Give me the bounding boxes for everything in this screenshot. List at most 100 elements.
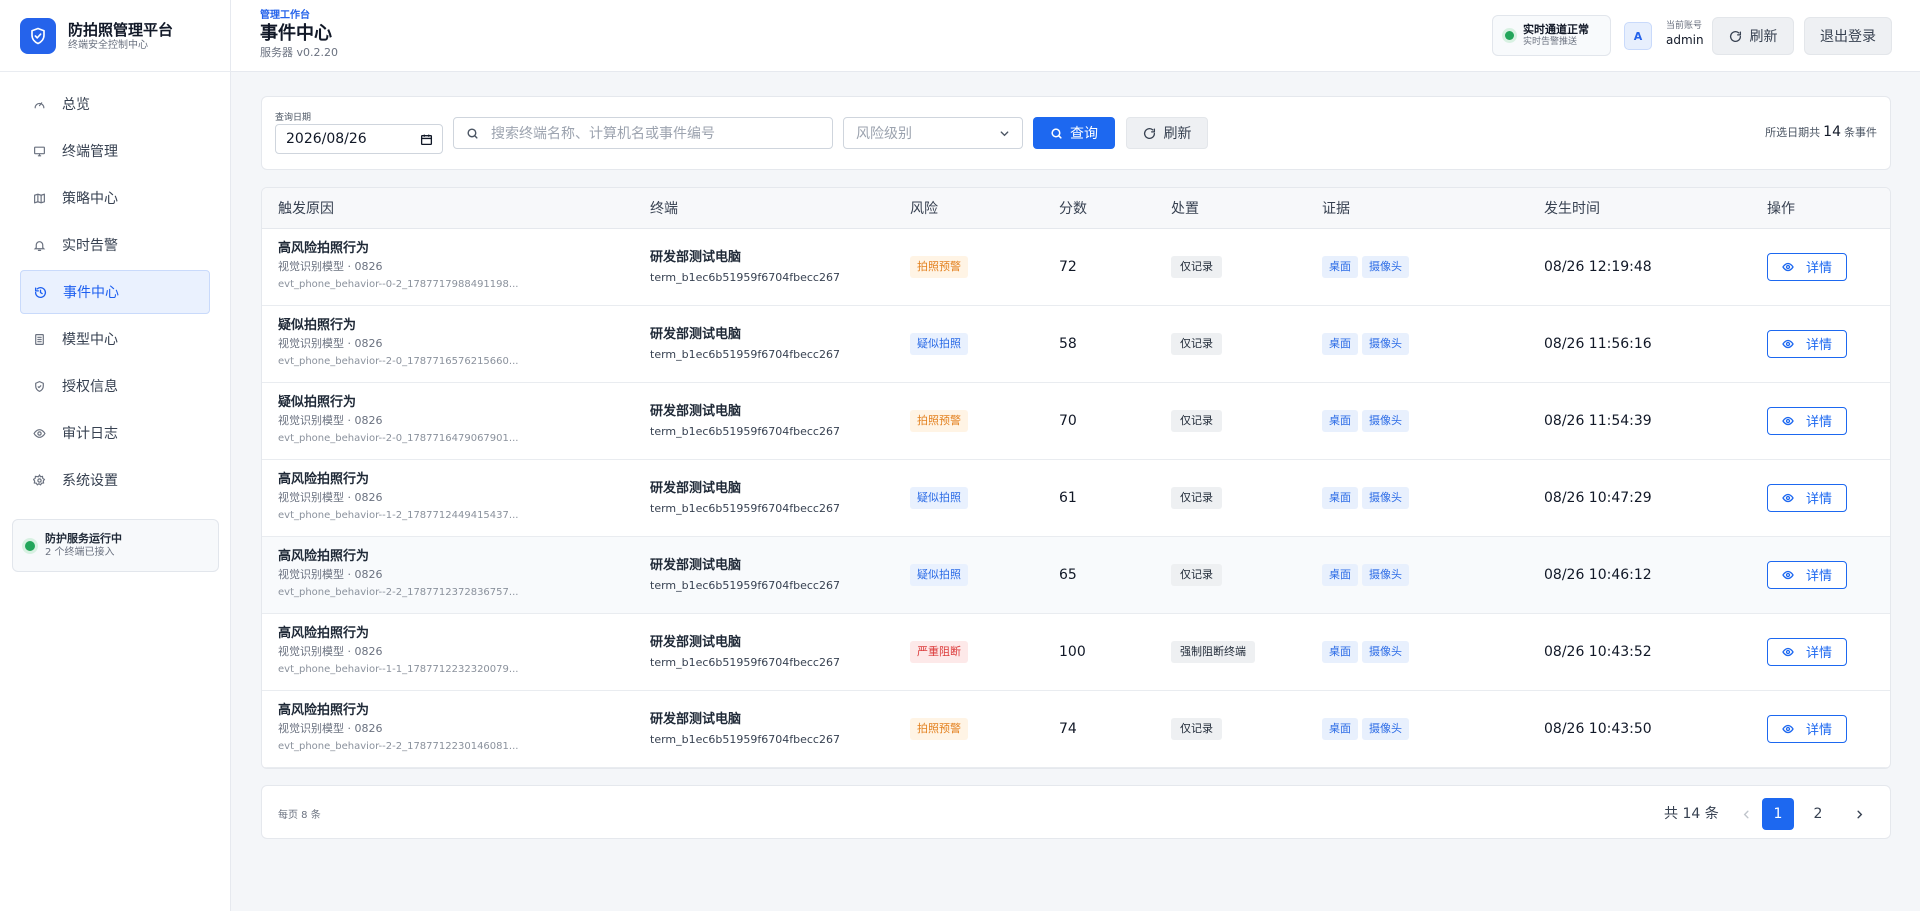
detail-label: 详情 (1805, 723, 1832, 738)
detail-button[interactable]: 详情 (1767, 329, 1847, 358)
column-header: 触发原因 (262, 188, 634, 229)
operation-cell: 详情 (1751, 305, 1890, 382)
evidence-camera-tag[interactable]: 摄像头 (1362, 255, 1409, 278)
detail-button[interactable]: 详情 (1767, 252, 1847, 281)
page-2-button[interactable]: 2 (1802, 798, 1834, 830)
operation-cell: 详情 (1751, 382, 1890, 459)
detail-button[interactable]: 详情 (1767, 406, 1847, 435)
event-time: 08/26 11:56:16 (1544, 335, 1652, 352)
time-cell: 08/26 12:19:48 (1528, 228, 1751, 305)
table-row[interactable]: 高风险拍照行为 视觉识别模型 · 0826 evt_phone_behavior--… (262, 459, 1890, 536)
table-row[interactable]: 高风险拍照行为 视觉识别模型 · 0826 evt_phone_behavior--… (262, 613, 1890, 690)
evidence-camera-tag[interactable]: 摄像头 (1362, 409, 1409, 432)
header-refresh-button[interactable]: 刷新 (1712, 17, 1794, 55)
column-header: 风险 (894, 188, 1043, 229)
date-input[interactable]: 2026/08/26 (275, 124, 443, 154)
eye-icon (1782, 338, 1800, 350)
evidence-desktop-tag[interactable]: 桌面 (1322, 640, 1358, 663)
risk-badge: 严重阻断 (910, 640, 968, 663)
sidebar-item-label: 事件中心 (63, 285, 119, 301)
disposition-tag: 仅记录 (1171, 486, 1222, 509)
sidebar-item-9[interactable]: 系统设置 (20, 458, 210, 502)
table-row[interactable]: 高风险拍照行为 视觉识别模型 · 0826 evt_phone_behavior--… (262, 536, 1890, 613)
terminal-name: 研发部测试电脑 (650, 326, 742, 342)
reason-model: 视觉识别模型 · 0826 (278, 644, 383, 658)
logout-button[interactable]: 退出登录 (1804, 17, 1892, 55)
reason-cell: 疑似拍照行为 视觉识别模型 · 0826 evt_phone_behavior--2… (262, 382, 634, 459)
action-cell: 仅记录 (1155, 690, 1306, 767)
sidebar-item-label: 总览 (62, 97, 90, 113)
time-cell: 08/26 11:56:16 (1528, 305, 1751, 382)
sidebar-item-2[interactable]: 终端管理 (20, 129, 210, 173)
sidebar-item-6[interactable]: 模型中心 (20, 317, 210, 361)
disposition-tag: 仅记录 (1171, 409, 1222, 432)
terminal-cell: 研发部测试电脑 term_b1ec6b51959f6704fbecc267 (634, 690, 894, 767)
event-id: evt_phone_behavior--2-0_1787716479067901… (278, 432, 519, 444)
action-cell: 仅记录 (1155, 228, 1306, 305)
reason-model: 视觉识别模型 · 0826 (278, 490, 383, 504)
terminal-name: 研发部测试电脑 (650, 711, 742, 727)
table-row[interactable]: 高风险拍照行为 视觉识别模型 · 0826 evt_phone_behavior--… (262, 228, 1890, 305)
detail-button[interactable]: 详情 (1767, 714, 1847, 743)
detail-label: 详情 (1805, 338, 1832, 353)
operation-cell: 详情 (1751, 228, 1890, 305)
event-id: evt_phone_behavior--1-2_1787712449415437… (278, 509, 519, 521)
table-header-row: 触发原因 终端 风险 分数 处置 证据 发生时间 操作 (262, 188, 1890, 229)
sidebar-item-8[interactable]: 审计日志 (20, 411, 210, 455)
time-cell: 08/26 11:54:39 (1528, 382, 1751, 459)
sidebar-item-5[interactable]: 事件中心 (20, 270, 210, 314)
reason-model: 视觉识别模型 · 0826 (278, 721, 383, 735)
service-status-card: 防护服务运行中 2 个终端已接入 (12, 519, 219, 572)
table-row[interactable]: 疑似拍照行为 视觉识别模型 · 0826 evt_phone_behavior--2… (262, 305, 1890, 382)
sidebar-item-1[interactable]: 总览 (20, 82, 210, 126)
evidence-desktop-tag[interactable]: 桌面 (1322, 332, 1358, 355)
evidence-camera-tag[interactable]: 摄像头 (1362, 486, 1409, 509)
reason-cell: 高风险拍照行为 视觉识别模型 · 0826 evt_phone_behavior--… (262, 613, 634, 690)
live-channel-status: 实时通道正常 实时告警推送 (1492, 15, 1611, 56)
risk-level-select[interactable]: 风险级别 (843, 117, 1023, 149)
search-input[interactable]: 搜索终端名称、计算机名或事件编号 (453, 117, 833, 149)
column-header: 终端 (634, 188, 894, 229)
evidence-camera-tag[interactable]: 摄像头 (1362, 332, 1409, 355)
evidence-desktop-tag[interactable]: 桌面 (1322, 409, 1358, 432)
evidence-camera-tag[interactable]: 摄像头 (1362, 563, 1409, 586)
calendar-icon[interactable] (420, 133, 433, 150)
sidebar-item-4[interactable]: 实时告警 (20, 223, 210, 267)
evidence-desktop-tag[interactable]: 桌面 (1322, 486, 1358, 509)
evidence-desktop-tag[interactable]: 桌面 (1322, 255, 1358, 278)
reason-cell: 高风险拍照行为 视觉识别模型 · 0826 evt_phone_behavior--… (262, 228, 634, 305)
filter-refresh-button[interactable]: 刷新 (1126, 117, 1208, 149)
evidence-camera-tag[interactable]: 摄像头 (1362, 640, 1409, 663)
next-page-button[interactable] (1843, 798, 1875, 830)
score-value: 74 (1059, 720, 1077, 737)
eye-icon (1782, 415, 1800, 427)
table-row[interactable]: 高风险拍照行为 视觉识别模型 · 0826 evt_phone_behavior--… (262, 690, 1890, 767)
risk-cell: 拍照预警 (894, 690, 1043, 767)
sidebar-item-7[interactable]: 授权信息 (20, 364, 210, 408)
reason-model: 视觉识别模型 · 0826 (278, 336, 383, 350)
evidence-desktop-tag[interactable]: 桌面 (1322, 717, 1358, 740)
sidebar-item-3[interactable]: 策略中心 (20, 176, 210, 220)
detail-label: 详情 (1805, 569, 1832, 584)
prev-page-button[interactable] (1730, 798, 1762, 830)
sidebar-item-label: 系统设置 (62, 473, 118, 489)
reason-model: 视觉识别模型 · 0826 (278, 413, 383, 427)
top-header: 管理工作台 事件中心 服务器 v0.2.20 实时通道正常 实时告警推送 A 当… (231, 0, 1920, 72)
event-id: evt_phone_behavior--0-2_1787717988491198… (278, 278, 519, 290)
action-cell: 仅记录 (1155, 459, 1306, 536)
detail-button[interactable]: 详情 (1767, 483, 1847, 512)
evidence-camera-tag[interactable]: 摄像头 (1362, 717, 1409, 740)
score-value: 100 (1059, 643, 1086, 660)
query-button[interactable]: 查询 (1033, 117, 1115, 149)
table-row[interactable]: 疑似拍照行为 视觉识别模型 · 0826 evt_phone_behavior--2… (262, 382, 1890, 459)
detail-button[interactable]: 详情 (1767, 560, 1847, 589)
shield-check-icon (20, 17, 56, 54)
page-1-button[interactable]: 1 (1762, 798, 1794, 830)
avatar[interactable]: A (1624, 22, 1652, 50)
total-prefix: 所选日期共 (1765, 126, 1821, 139)
detail-button[interactable]: 详情 (1767, 637, 1847, 666)
evidence-desktop-tag[interactable]: 桌面 (1322, 563, 1358, 586)
reason-cell: 高风险拍照行为 视觉识别模型 · 0826 evt_phone_behavior--… (262, 690, 634, 767)
risk-cell: 严重阻断 (894, 613, 1043, 690)
terminal-id: term_b1ec6b51959f6704fbecc267 (650, 501, 840, 515)
